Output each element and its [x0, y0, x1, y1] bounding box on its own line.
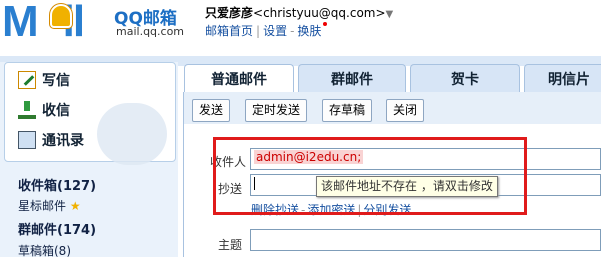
header: Mil QQ邮箱 mail.qq.com 只爱彦彦<christyuu@qq.c…	[0, 0, 601, 56]
compose-button[interactable]: 写信	[18, 70, 70, 90]
sidebar: 写信 收信 通讯录 收件箱(127) 星标邮件 ★ 群邮件(174) 草稿箱(8…	[0, 62, 178, 257]
notification-dot	[323, 22, 328, 26]
link-settings[interactable]: 设置	[263, 24, 287, 38]
tab-group-mail[interactable]: 群邮件	[298, 64, 406, 94]
inbox-icon	[18, 101, 36, 119]
brand-url: mail.qq.com	[116, 25, 185, 38]
header-links: 邮箱首页 | 设置 - 换肤	[205, 22, 328, 39]
bell-icon	[50, 4, 72, 28]
folder-starred[interactable]: 星标邮件 ★	[18, 197, 81, 214]
penguin-watermark	[97, 103, 167, 165]
star-icon: ★	[69, 199, 81, 213]
folder-drafts[interactable]: 草稿箱(8)	[18, 242, 71, 257]
compose-label: 写信	[42, 73, 70, 89]
logo-letter-m: M	[2, 0, 39, 46]
user-info: 只爱彦彦<christyuu@qq.com>▼	[205, 4, 393, 21]
chevron-down-icon[interactable]: ▼	[386, 9, 394, 20]
link-home[interactable]: 邮箱首页	[205, 24, 253, 38]
tab-postcard[interactable]: 明信片	[524, 64, 601, 94]
inbox-button[interactable]: 收信	[18, 100, 70, 120]
subject-label: 主题	[217, 238, 242, 252]
folder-inbox[interactable]: 收件箱(127)	[18, 175, 96, 194]
inbox-label: 收信	[42, 103, 70, 119]
link-skin[interactable]: 换肤	[297, 24, 321, 38]
subject-input[interactable]	[250, 229, 601, 251]
user-name: 只爱彦彦	[205, 6, 254, 20]
contacts-icon	[18, 131, 36, 149]
contacts-button[interactable]: 通讯录	[18, 130, 84, 150]
compose-tabs: 普通邮件 群邮件 贺卡 明信片	[178, 64, 601, 94]
tab-normal-mail[interactable]: 普通邮件	[184, 64, 294, 94]
pencil-icon	[18, 71, 36, 89]
save-draft-button[interactable]: 存草稿	[322, 99, 373, 122]
user-email: <christyuu@qq.com>	[253, 6, 386, 20]
send-button[interactable]: 发送	[192, 99, 231, 122]
highlight-annotation	[213, 137, 527, 215]
folder-starred-label: 星标邮件	[18, 199, 67, 213]
close-button[interactable]: 关闭	[386, 99, 425, 122]
schedule-send-button[interactable]: 定时发送	[245, 99, 308, 122]
tab-greeting-card[interactable]: 贺卡	[410, 64, 520, 94]
contacts-label: 通讯录	[42, 133, 84, 149]
folder-group[interactable]: 群邮件(174)	[18, 219, 96, 238]
